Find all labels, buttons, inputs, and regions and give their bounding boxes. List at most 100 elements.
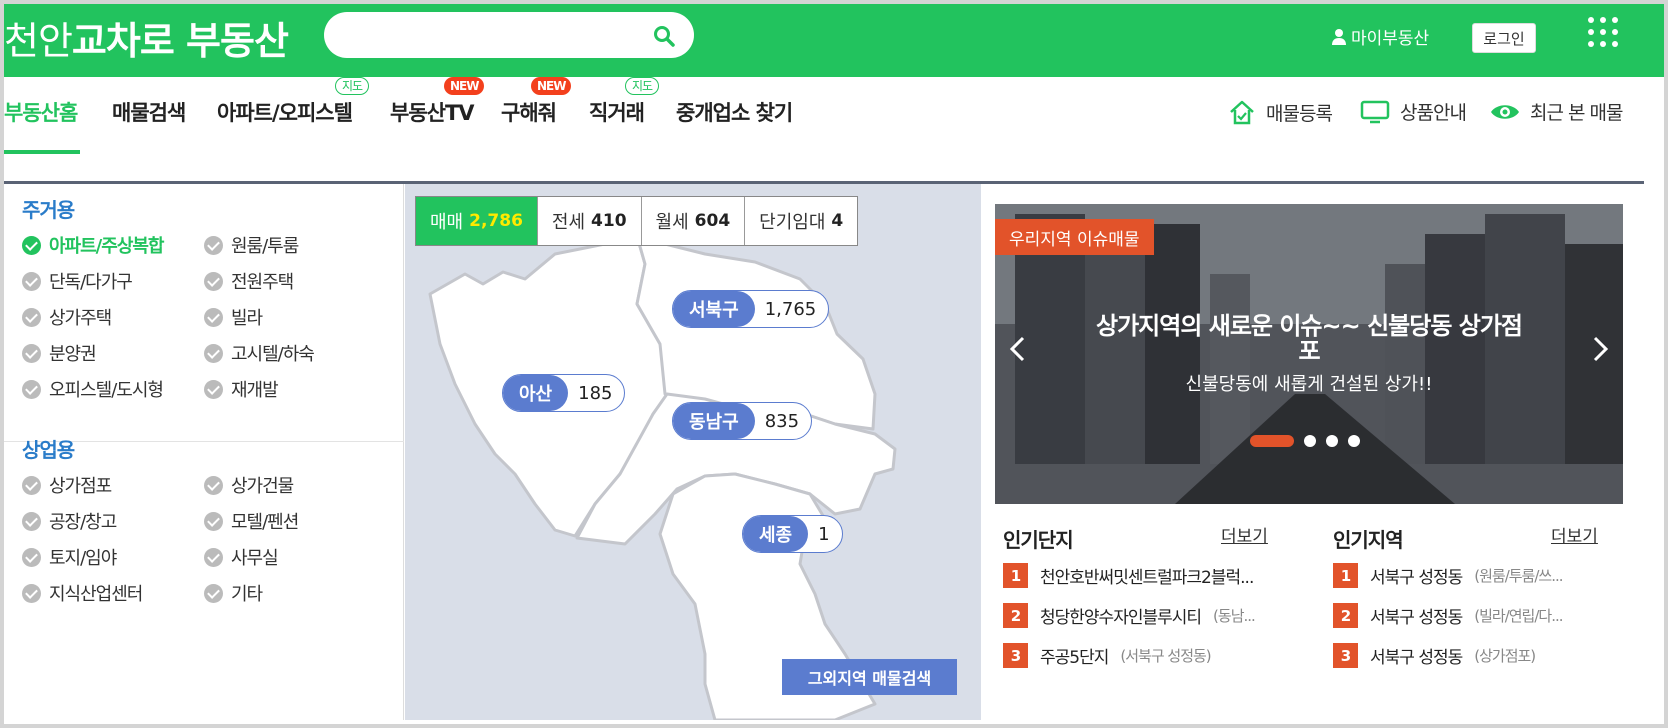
region-pill-sejong[interactable]: 세종 1 [742, 515, 843, 553]
popular-region-item[interactable]: 1 서북구 성정동 (원룸/투룸/쓰... [1333, 563, 1613, 588]
chevron-right-icon[interactable] [1585, 334, 1615, 364]
deal-label: 매매 [430, 212, 464, 233]
category-label: 빌라 [231, 308, 263, 329]
popular-region-more-link[interactable]: 더보기 [1551, 522, 1598, 547]
tab-direct[interactable]: 지도 직거래 [589, 77, 660, 127]
category-label: 재개발 [231, 380, 279, 401]
deal-count: 410 [591, 211, 627, 231]
map-badge: 지도 [625, 77, 660, 95]
deal-tab-jeonse[interactable]: 전세 410 [538, 197, 642, 245]
monitor-icon [1360, 100, 1390, 123]
recent-listings-link[interactable]: 최근 본 매물 [1490, 98, 1623, 125]
check-icon [204, 475, 223, 495]
region-count: 1,765 [764, 298, 817, 320]
check-icon [204, 511, 223, 531]
slide-dot[interactable] [1250, 435, 1294, 447]
popular-region-title: 인기지역 [1333, 528, 1404, 552]
banner-title: 상가지역의 새로운 이슈~~ 신불당동 상가점 포 [995, 306, 1623, 365]
popular-region-item[interactable]: 2 서북구 성정동 (빌라/연립/다... [1333, 603, 1613, 628]
popular-complex-item[interactable]: 3 주공5단지 (서북구 성정동) [1003, 643, 1279, 668]
category-item[interactable]: 분양권 [22, 340, 97, 366]
tab-home[interactable]: 부동산홈 [4, 97, 78, 127]
commercial-title: 상업용 [22, 438, 75, 462]
tab-search[interactable]: 매물검색 [112, 97, 186, 127]
popular-complex-item[interactable]: 1 천안호반써밋센트럴파크2블럭... [1003, 563, 1279, 588]
category-item[interactable]: 상가건물 [204, 472, 294, 498]
category-item[interactable]: 전원주택 [204, 268, 294, 294]
check-icon [22, 271, 41, 291]
logo-text-2: 교차로 부동산 [71, 19, 289, 63]
search-icon[interactable] [652, 24, 676, 48]
tab-agency[interactable]: 중개업소 찾기 [676, 97, 793, 127]
region-map: 매매 2,786 전세 410 월세 604 단기임대 4 서북구 1,765 아산 185… [405, 184, 981, 720]
tab-wanted[interactable]: NEW 구해줘 [501, 77, 572, 127]
user-icon [1332, 28, 1346, 45]
category-item[interactable]: 아파트/주상복합 [22, 232, 164, 258]
tab-tv[interactable]: NEW 부동산TV [390, 77, 485, 127]
region-pill-seobuk[interactable]: 서북구 1,765 [672, 290, 830, 328]
category-item[interactable]: 사무실 [204, 544, 279, 570]
util-label: 매물등록 [1266, 102, 1333, 125]
popular-complex-more-link[interactable]: 더보기 [1221, 522, 1268, 547]
check-icon [22, 547, 41, 567]
check-icon [22, 379, 41, 399]
my-realestate-label: 마이부동산 [1351, 29, 1430, 49]
deal-count: 604 [694, 211, 731, 231]
slide-dot[interactable] [1348, 435, 1360, 447]
category-label: 아파트/주상복합 [49, 236, 164, 257]
check-icon [204, 343, 223, 363]
popular-region-item[interactable]: 3 서북구 성정동 (상가점포) [1333, 643, 1613, 668]
category-item[interactable]: 기타 [204, 580, 263, 606]
active-tab-indicator [4, 150, 80, 154]
deal-label: 전세 [551, 212, 586, 233]
site-logo[interactable]: 천안교차로 부동산 [4, 10, 289, 65]
all-menu-icon[interactable] [1588, 17, 1618, 47]
category-item[interactable]: 공장/창고 [22, 508, 117, 534]
category-item[interactable]: 오피스텔/도시형 [22, 376, 164, 402]
product-info-link[interactable]: 상품안내 [1360, 98, 1467, 125]
category-item[interactable]: 모텔/펜션 [204, 508, 299, 534]
category-item[interactable]: 단독/다가구 [22, 268, 133, 294]
region-pill-asan[interactable]: 아산 185 [502, 374, 626, 412]
tab-apartment[interactable]: 지도 아파트/오피스텔 [217, 77, 370, 127]
register-listing-link[interactable]: 매물등록 [1228, 98, 1333, 126]
category-label: 원룸/투룸 [231, 236, 299, 257]
category-item[interactable]: 상가점포 [22, 472, 112, 498]
login-button[interactable]: 로그인 [1472, 23, 1536, 53]
slide-indicator [1250, 435, 1360, 447]
category-item[interactable]: 원룸/투룸 [204, 232, 299, 258]
category-item[interactable]: 토지/임야 [22, 544, 117, 570]
slide-dot[interactable] [1326, 435, 1338, 447]
category-item[interactable]: 빌라 [204, 304, 263, 330]
deal-tab-monthly[interactable]: 월세 604 [642, 197, 746, 245]
item-sub: (상가점포) [1474, 647, 1536, 665]
rank-number: 3 [1333, 643, 1358, 668]
banner-title-line: 포 [1298, 337, 1320, 365]
region-pill-dongnam[interactable]: 동남구 835 [672, 402, 813, 440]
check-icon [22, 583, 41, 603]
category-label: 지식산업센터 [49, 584, 143, 605]
category-item[interactable]: 상가주택 [22, 304, 112, 330]
search-input[interactable] [324, 12, 694, 58]
category-label: 오피스텔/도시형 [49, 380, 164, 401]
category-item[interactable]: 지식산업센터 [22, 580, 143, 606]
category-item[interactable]: 재개발 [204, 376, 279, 402]
check-icon [204, 307, 223, 327]
deal-tab-short-term[interactable]: 단기임대 4 [745, 197, 857, 245]
issue-banner[interactable]: 우리지역 이슈매물 상가지역의 새로운 이슈~~ 신불당동 상가점 포 신불당동… [995, 204, 1623, 504]
category-item[interactable]: 고시텔/하숙 [204, 340, 315, 366]
deal-tab-sale[interactable]: 매매 2,786 [416, 197, 538, 245]
popular-complex-item[interactable]: 2 청당한양수자인블루시티 (동남... [1003, 603, 1279, 628]
slide-dot[interactable] [1304, 435, 1316, 447]
rank-number: 3 [1003, 643, 1028, 668]
page-frame: 천안교차로 부동산 마이부동산 로그인 부동산홈 매물검색 지도 아파트/오피스… [4, 4, 1664, 724]
util-label: 최근 본 매물 [1530, 102, 1623, 124]
category-label: 전원주택 [231, 272, 294, 293]
other-region-search-button[interactable]: 그외지역 매물검색 [782, 659, 957, 695]
category-label: 공장/창고 [49, 512, 117, 533]
region-count: 185 [578, 382, 613, 404]
item-name: 서북구 성정동 [1370, 608, 1463, 628]
my-realestate-link[interactable]: 마이부동산 [1331, 24, 1429, 49]
chevron-left-icon[interactable] [1003, 334, 1033, 364]
check-icon [204, 235, 223, 255]
